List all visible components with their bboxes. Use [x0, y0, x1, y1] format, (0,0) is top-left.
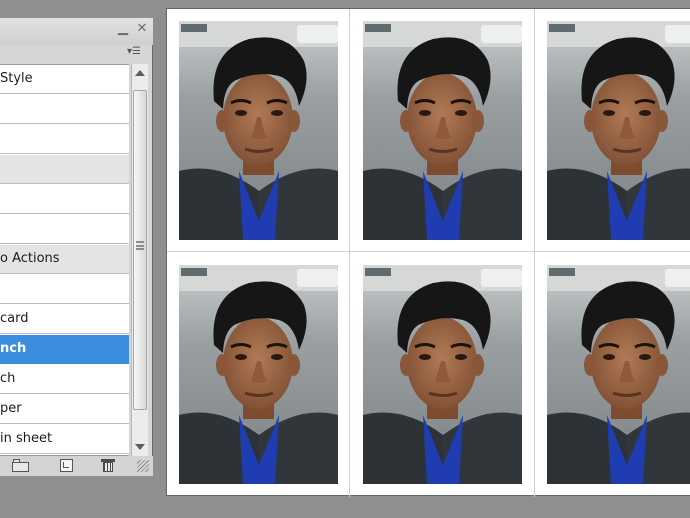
panel-title-bar: ▁ ✕ — [0, 18, 153, 45]
grid-divider — [349, 9, 350, 497]
action-item[interactable] — [0, 125, 129, 154]
close-button[interactable]: ✕ — [135, 22, 149, 36]
actions-list: Style o Actions card nch ch per in sheet — [0, 64, 129, 456]
grip-icon — [136, 241, 144, 250]
action-item[interactable]: card — [0, 305, 129, 334]
action-item-label: Style — [0, 71, 33, 86]
passport-photo — [179, 21, 338, 240]
minimize-button[interactable]: ▁ — [116, 22, 130, 36]
passport-photo — [547, 265, 690, 484]
action-item[interactable] — [0, 275, 129, 304]
action-item-label: nch — [0, 341, 27, 356]
action-item[interactable] — [0, 95, 129, 124]
grid-divider — [167, 251, 690, 252]
action-item[interactable]: ch — [0, 365, 129, 394]
action-item[interactable]: nch — [0, 335, 129, 364]
panel-bottom-toolbar — [0, 456, 153, 476]
new-action-icon[interactable] — [60, 459, 74, 472]
action-item[interactable]: o Actions — [0, 245, 129, 274]
scroll-thumb[interactable] — [133, 90, 147, 410]
passport-photo — [363, 265, 522, 484]
resize-grip-icon[interactable] — [137, 460, 149, 472]
trash-icon[interactable] — [101, 459, 115, 472]
folder-icon[interactable] — [12, 459, 29, 472]
passport-photo — [547, 21, 690, 240]
action-item-label: o Actions — [0, 251, 60, 266]
action-item[interactable]: per — [0, 395, 129, 424]
scrollbar[interactable] — [131, 64, 148, 456]
grid-divider — [534, 9, 535, 497]
actions-panel: ▁ ✕ ▾☰ Style o Actions card nch ch per in shee… — [0, 18, 153, 476]
action-item[interactable]: Style — [0, 65, 129, 94]
action-item[interactable]: in sheet — [0, 425, 129, 454]
action-item-label: ch — [0, 371, 16, 386]
action-item[interactable] — [0, 215, 129, 244]
action-item-label: in sheet — [0, 431, 53, 446]
passport-photo — [363, 21, 522, 240]
document-canvas[interactable] — [166, 8, 690, 497]
scroll-up-icon[interactable] — [135, 70, 145, 76]
action-item[interactable] — [0, 185, 129, 214]
action-item-label: card — [0, 311, 29, 326]
passport-photo — [179, 265, 338, 484]
panel-menu-icon[interactable]: ▾☰ — [127, 46, 149, 62]
action-item[interactable] — [0, 155, 129, 184]
scroll-down-icon[interactable] — [135, 444, 145, 450]
action-item-label: per — [0, 401, 22, 416]
